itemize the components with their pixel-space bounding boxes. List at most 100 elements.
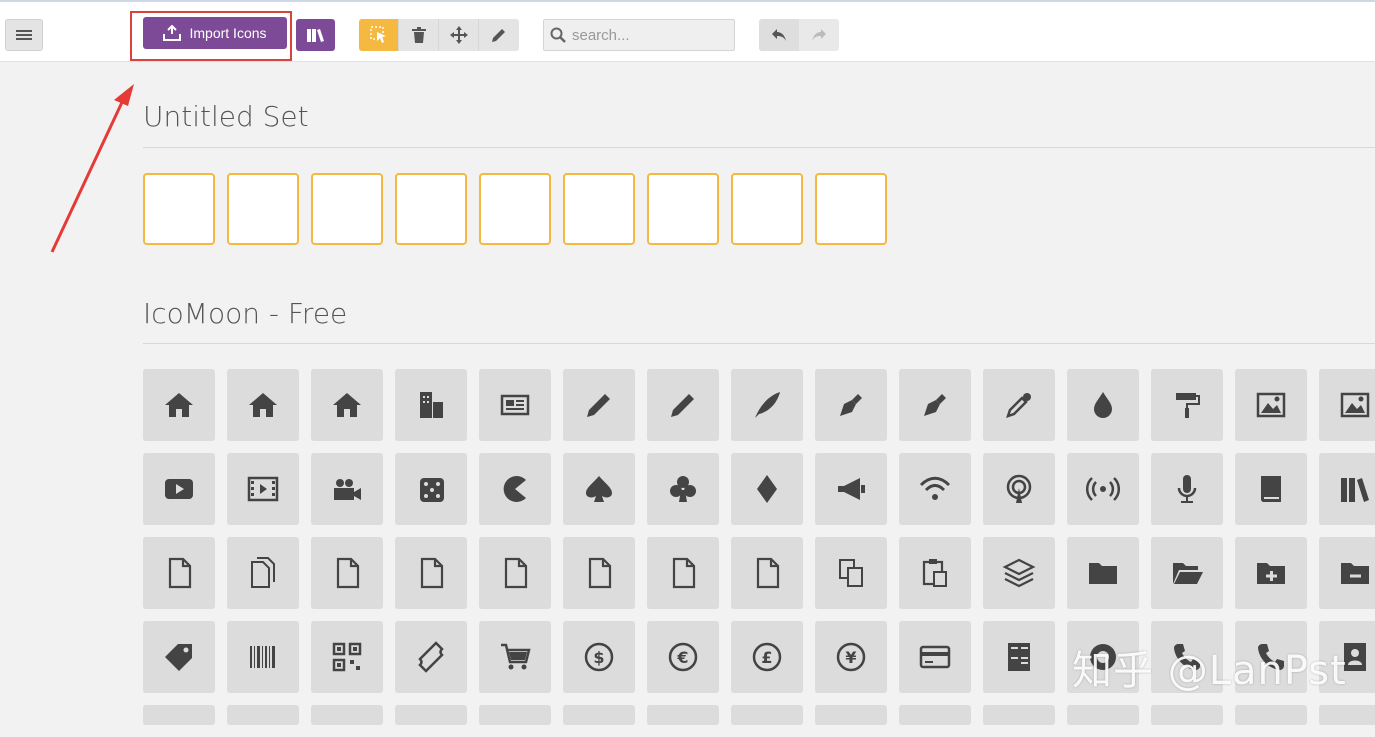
icon-cell[interactable] [899,621,971,693]
icon-cell[interactable] [731,537,803,609]
icon-cell[interactable] [899,537,971,609]
empty-slot[interactable] [227,173,299,245]
books-icon [1341,478,1369,502]
top-toolbar: Import Icons [0,0,1375,62]
icon-cell[interactable] [647,705,719,725]
icon-cell[interactable] [1151,453,1223,525]
icon-cell[interactable] [563,705,635,725]
edit-tool-button[interactable] [479,19,519,51]
icon-cell[interactable]: £ [731,621,803,693]
empty-slot[interactable] [143,173,215,245]
icon-cell[interactable] [983,705,1055,725]
icon-cell[interactable] [1235,537,1307,609]
search-input[interactable] [572,26,722,44]
icon-cell[interactable] [563,453,635,525]
icon-cell[interactable] [815,369,887,441]
icon-cell[interactable] [647,369,719,441]
icon-cell[interactable] [647,453,719,525]
empty-slot[interactable] [395,173,467,245]
icon-cell[interactable] [815,537,887,609]
import-icons-button[interactable]: Import Icons [143,17,287,49]
icon-cell[interactable] [1067,705,1139,725]
empty-slot[interactable] [479,173,551,245]
icon-cell[interactable] [143,537,215,609]
icon-cell[interactable] [395,369,467,441]
icon-cell[interactable] [1151,705,1223,725]
icon-cell[interactable] [479,705,551,725]
icon-cell[interactable] [1151,369,1223,441]
empty-slot[interactable] [647,173,719,245]
icon-cell[interactable] [899,453,971,525]
icon-cell[interactable] [395,453,467,525]
icon-cell[interactable] [395,705,467,725]
icon-cell[interactable] [1151,537,1223,609]
icon-cell[interactable]: € [647,621,719,693]
icon-cell[interactable] [311,369,383,441]
icon-cell[interactable] [815,453,887,525]
empty-slot[interactable] [815,173,887,245]
icon-cell[interactable] [983,369,1055,441]
icon-cell[interactable] [899,369,971,441]
empty-slot[interactable] [311,173,383,245]
icon-cell[interactable] [311,453,383,525]
select-tool-button[interactable] [359,19,399,51]
icon-cell[interactable] [479,621,551,693]
icon-cell[interactable] [1319,369,1375,441]
icon-cell[interactable] [143,369,215,441]
icon-cell[interactable] [731,453,803,525]
quill-icon [755,392,780,418]
folder-minus-icon [1341,563,1369,584]
icon-cell[interactable] [311,537,383,609]
icon-cell[interactable] [143,705,215,725]
move-tool-button[interactable] [439,19,479,51]
icon-cell[interactable] [983,537,1055,609]
icon-cell[interactable] [983,453,1055,525]
icon-cell[interactable] [227,453,299,525]
icon-cell[interactable]: ¥ [815,621,887,693]
icon-cell[interactable] [731,369,803,441]
icon-cell[interactable] [227,621,299,693]
icon-cell[interactable] [815,705,887,725]
icon-cell[interactable] [731,705,803,725]
icon-cell[interactable] [1319,537,1375,609]
icon-cell[interactable] [647,537,719,609]
icon-row [143,537,1375,609]
icon-cell[interactable] [1067,369,1139,441]
icon-cell[interactable] [143,453,215,525]
empty-slot[interactable] [731,173,803,245]
icon-cell[interactable] [479,453,551,525]
empty-slot[interactable] [563,173,635,245]
icon-cell[interactable] [479,369,551,441]
podcast-icon [1006,474,1032,503]
icon-cell[interactable] [479,537,551,609]
icon-cell[interactable]: $ [563,621,635,693]
icon-cell[interactable] [1235,453,1307,525]
icon-cell[interactable] [227,705,299,725]
book-icon [1261,476,1281,502]
library-button[interactable] [296,19,335,51]
icon-cell[interactable] [1235,705,1307,725]
icon-cell[interactable] [395,537,467,609]
icon-cell[interactable] [227,369,299,441]
icon-cell[interactable] [143,621,215,693]
icon-cell[interactable] [563,369,635,441]
icon-cell[interactable] [311,621,383,693]
redo-button[interactable] [799,19,839,51]
icon-cell[interactable] [1235,369,1307,441]
undo-button[interactable] [759,19,799,51]
icon-cell[interactable] [311,705,383,725]
coin-euro-icon: € [668,642,698,672]
icon-cell[interactable] [395,621,467,693]
svg-text:€: € [676,648,688,667]
delete-tool-button[interactable] [399,19,439,51]
icon-cell[interactable] [983,621,1055,693]
icon-cell[interactable] [1067,453,1139,525]
icon-cell[interactable] [1319,705,1375,725]
icon-cell[interactable] [899,705,971,725]
icon-cell[interactable] [1319,453,1375,525]
icon-cell[interactable] [563,537,635,609]
icon-row [143,453,1375,525]
search-box [543,19,735,51]
icon-cell[interactable] [227,537,299,609]
icon-cell[interactable] [1067,537,1139,609]
